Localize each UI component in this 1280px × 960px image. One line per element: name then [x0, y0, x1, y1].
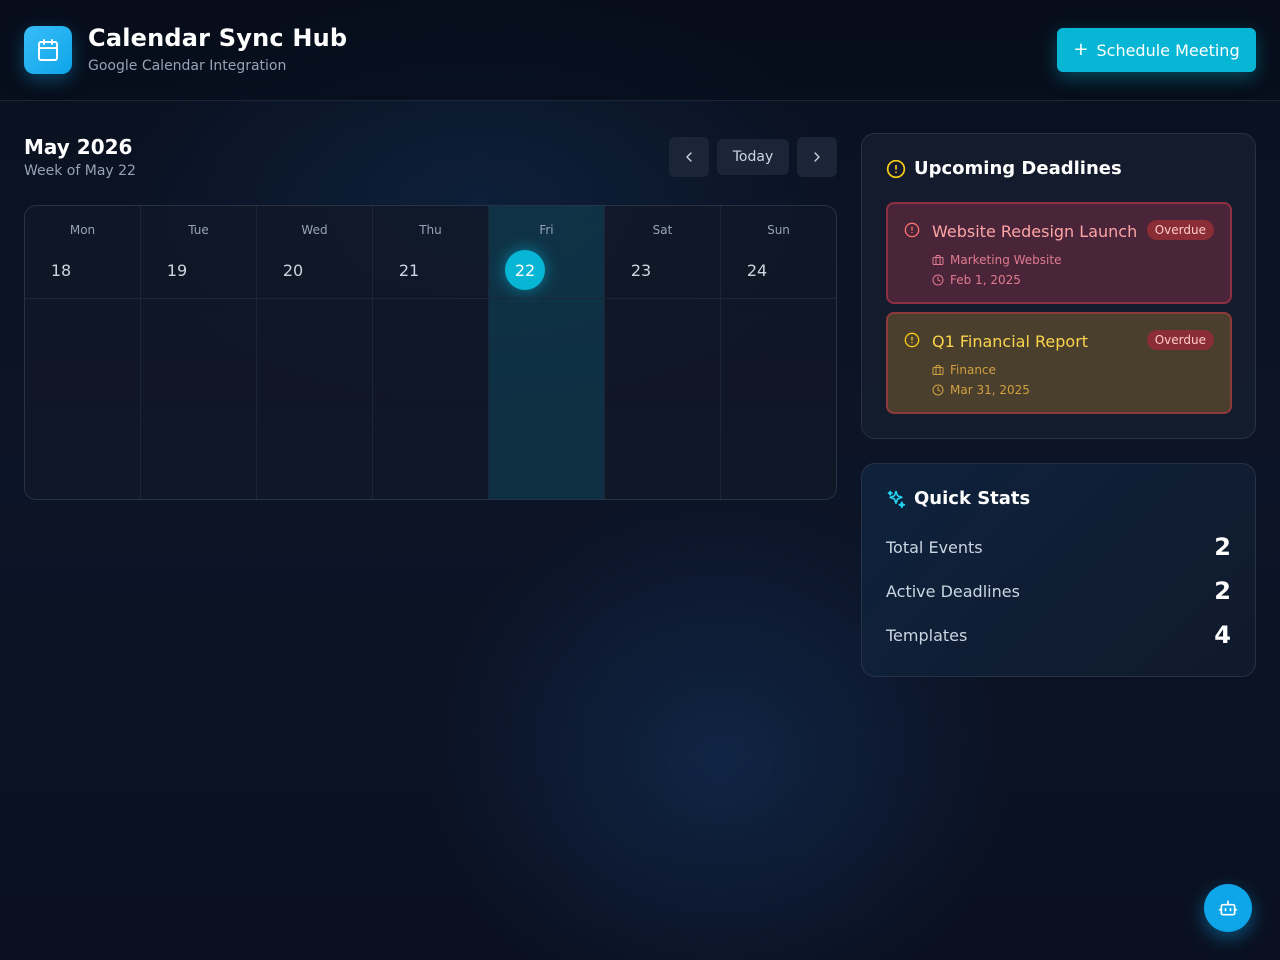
day-header: Sun 24	[721, 206, 836, 299]
stat-label: Total Events	[886, 537, 983, 557]
clock-icon	[932, 384, 944, 396]
week-calendar: Mon 18 Tue 19 Wed 20 Thu 21 Fri 22 Sat 2…	[24, 205, 837, 500]
quick-stats-card: Quick Stats Total Events 2 Active Deadli…	[861, 463, 1256, 677]
day-number[interactable]: 23	[621, 250, 661, 290]
deadline-title: Q1 Financial Report	[932, 332, 1089, 351]
alert-circle-icon	[904, 222, 920, 238]
day-column-today[interactable]: Fri 22	[489, 206, 605, 499]
deadlines-title: Upcoming Deadlines	[886, 158, 1122, 179]
day-number[interactable]: 19	[157, 250, 197, 290]
deadline-date: Mar 31, 2025	[932, 383, 1030, 397]
day-column[interactable]: Wed 20	[257, 206, 373, 499]
deadline-date: Feb 1, 2025	[932, 273, 1021, 287]
day-column[interactable]: Mon 18	[25, 206, 141, 499]
day-number[interactable]: 20	[273, 250, 313, 290]
day-header: Mon 18	[25, 206, 140, 299]
deadline-title: Website Redesign Launch	[932, 222, 1138, 241]
plus-icon: +	[1073, 39, 1089, 60]
clock-icon	[932, 274, 944, 286]
alert-circle-icon	[904, 332, 920, 348]
deadline-date-text: Mar 31, 2025	[950, 383, 1030, 397]
stat-label: Active Deadlines	[886, 581, 1020, 601]
assistant-button[interactable]	[1204, 884, 1252, 932]
deadlines-title-text: Upcoming Deadlines	[914, 158, 1122, 179]
day-header: Tue 19	[141, 206, 256, 299]
quick-stats-title-text: Quick Stats	[914, 488, 1031, 509]
stat-row: Total Events 2	[886, 532, 1231, 562]
day-name: Fri	[539, 223, 554, 237]
stat-value: 2	[1214, 533, 1231, 561]
briefcase-icon	[932, 255, 944, 265]
stat-value: 2	[1214, 577, 1231, 605]
week-label: Week of May 22	[24, 163, 136, 179]
day-name: Wed	[301, 223, 328, 237]
day-name: Thu	[419, 223, 442, 237]
prev-week-button[interactable]	[669, 137, 709, 177]
deadlines-card: Upcoming Deadlines Website Redesign Laun…	[861, 133, 1256, 439]
day-header: Thu 21	[373, 206, 488, 299]
calendar-icon	[24, 26, 72, 74]
day-name: Tue	[188, 223, 209, 237]
status-badge: Overdue	[1146, 220, 1214, 240]
quick-stats-title: Quick Stats	[886, 488, 1030, 509]
day-column[interactable]: Sun 24	[721, 206, 836, 499]
day-number[interactable]: 24	[737, 250, 777, 290]
day-number[interactable]: 21	[389, 250, 429, 290]
briefcase-icon	[932, 365, 944, 375]
next-week-button[interactable]	[797, 137, 837, 177]
deadline-date-text: Feb 1, 2025	[950, 273, 1021, 287]
deadline-project-text: Marketing Website	[950, 253, 1062, 267]
stat-row: Templates 4	[886, 620, 1231, 650]
alert-circle-icon	[886, 159, 906, 178]
day-header: Fri 22	[489, 206, 604, 299]
day-number[interactable]: 18	[41, 250, 81, 290]
day-name: Sat	[652, 223, 673, 237]
day-header: Sat 23	[605, 206, 720, 299]
sparkles-icon	[887, 490, 906, 508]
day-number-today[interactable]: 22	[505, 250, 545, 290]
app-subtitle: Google Calendar Integration	[88, 58, 287, 74]
chevron-left-icon	[686, 152, 692, 162]
deadline-project-text: Finance	[950, 363, 996, 377]
schedule-meeting-label: Schedule Meeting	[1096, 40, 1240, 60]
stat-value: 4	[1214, 621, 1231, 649]
day-name: Mon	[69, 223, 96, 237]
bot-icon	[1218, 900, 1238, 916]
day-column[interactable]: Sat 23	[605, 206, 721, 499]
deadline-item[interactable]: Website Redesign Launch Overdue Marketin…	[886, 202, 1232, 304]
deadline-project: Marketing Website	[932, 253, 1061, 267]
day-header: Wed 20	[257, 206, 372, 299]
schedule-meeting-button[interactable]: + Schedule Meeting	[1057, 28, 1256, 72]
status-badge: Overdue	[1146, 330, 1214, 350]
day-column[interactable]: Thu 21	[373, 206, 489, 499]
chevron-right-icon	[814, 152, 820, 162]
month-title: May 2026	[24, 135, 133, 159]
deadline-project: Finance	[932, 363, 996, 377]
day-name: Sun	[767, 223, 790, 237]
deadline-item[interactable]: Q1 Financial Report Overdue Finance Mar …	[886, 312, 1232, 414]
stat-label: Templates	[886, 625, 968, 645]
today-button[interactable]: Today	[717, 139, 789, 175]
day-column[interactable]: Tue 19	[141, 206, 257, 499]
stat-row: Active Deadlines 2	[886, 576, 1231, 606]
app-title: Calendar Sync Hub	[88, 24, 348, 52]
app-header: Calendar Sync Hub Google Calendar Integr…	[0, 0, 1280, 101]
